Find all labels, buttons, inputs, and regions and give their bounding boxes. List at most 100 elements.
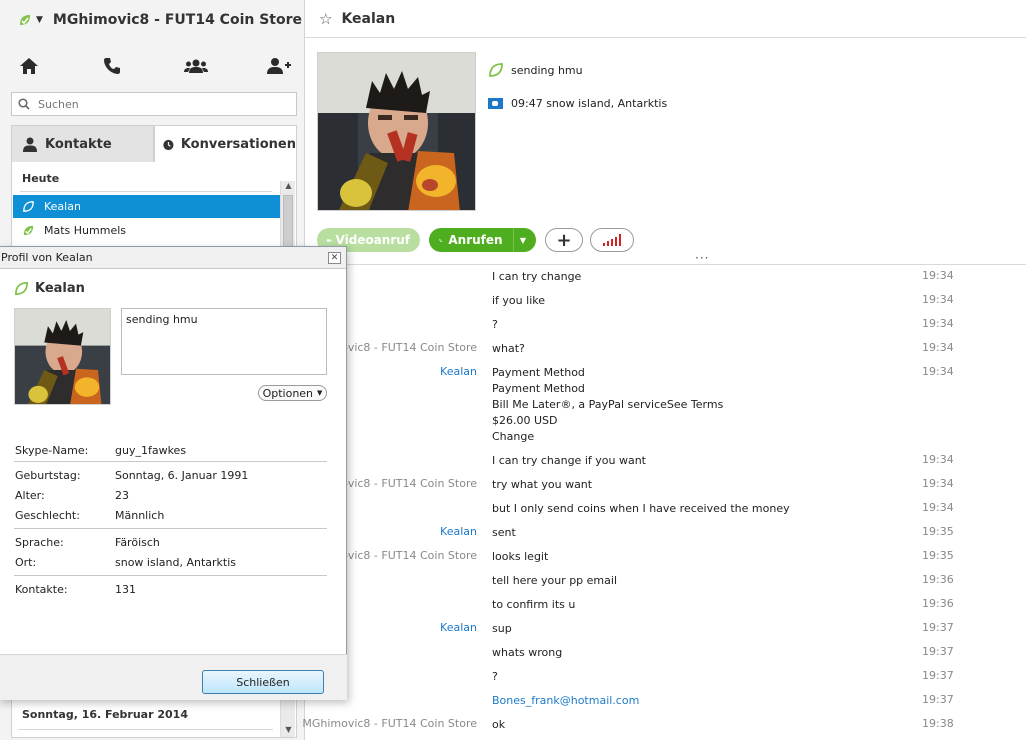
language-label: Sprache:	[15, 536, 64, 549]
scroll-up-icon[interactable]: ▲	[281, 181, 296, 193]
message-timestamp: 19:34	[922, 269, 954, 282]
search-icon	[18, 98, 30, 110]
message-text: sent	[492, 526, 516, 539]
divider	[14, 461, 327, 462]
chat-contact-name: Kealan	[341, 10, 396, 27]
message-body: I can try change	[492, 269, 892, 285]
create-group-button[interactable]	[183, 54, 209, 78]
birthday-label: Geburtstag:	[15, 469, 81, 482]
contacts-count-value: 131	[115, 583, 136, 596]
call-actions: Videoanruf Anrufen ▼ +	[317, 228, 634, 252]
message-body: sent	[492, 525, 892, 541]
chevron-down-icon[interactable]: ▼	[520, 236, 526, 245]
message-timestamp: 19:34	[922, 293, 954, 306]
tab-conversations[interactable]: Konversationen	[154, 125, 297, 163]
skype-name-value: guy_1fawkes	[115, 444, 187, 457]
message-text: I can try change	[492, 270, 582, 283]
location-label: Ort:	[15, 556, 37, 569]
online-status-icon	[489, 63, 503, 77]
search-input[interactable]	[38, 97, 278, 111]
section-header-older: Sonntag, 16. Februar 2014	[22, 708, 188, 721]
message-timestamp: 19:37	[922, 621, 954, 634]
online-status-icon	[23, 225, 34, 236]
clock-icon	[163, 139, 174, 150]
close-button[interactable]: Schließen	[202, 670, 324, 694]
dialog-titlebar[interactable]: Profil von Kealan ✕	[0, 247, 346, 269]
profile-dialog: Profil von Kealan ✕ Kealan sending hmu O…	[0, 246, 347, 700]
chevron-down-icon: ▼	[317, 389, 323, 397]
call-quality-button[interactable]	[590, 228, 634, 252]
gender-label: Geschlecht:	[15, 509, 80, 522]
add-contact-button[interactable]	[266, 54, 292, 78]
message-sender[interactable]: Kealan	[440, 365, 477, 378]
message-timestamp: 19:34	[922, 365, 954, 378]
star-favorite-icon[interactable]: ☆	[319, 10, 332, 28]
message-text: but I only send coins when I have receiv…	[492, 502, 790, 515]
conversation-item-mats-hummels[interactable]: Mats Hummels	[13, 219, 280, 242]
message-timestamp: 19:35	[922, 525, 954, 538]
chevron-down-icon: ▼	[36, 15, 43, 25]
message-sender[interactable]: MGhimovic8 - FUT14 Coin Store	[302, 717, 477, 730]
divider	[20, 191, 272, 192]
message-text: Payment Method	[492, 366, 585, 379]
dialog-title: Profil von Kealan	[1, 251, 93, 264]
message-sender[interactable]: Kealan	[440, 525, 477, 538]
call-phone-button[interactable]	[99, 54, 125, 78]
message-text: Bill Me Later®, a PayPal serviceSee Term…	[492, 398, 724, 411]
message-timestamp: 19:34	[922, 501, 954, 514]
nav-toolbar	[0, 50, 305, 82]
age-value: 23	[115, 489, 129, 502]
message-timestamp: 19:37	[922, 645, 954, 658]
contact-mood-text: sending hmu	[511, 63, 583, 77]
account-name: MGhimovic8 - FUT14 Coin Store	[52, 12, 303, 28]
tab-conversations-label: Konversationen	[180, 137, 296, 152]
location-value: snow island, Antarktis	[115, 556, 236, 569]
message-text: $26.00 USD	[492, 414, 558, 427]
message-text: looks legit	[492, 550, 549, 563]
message-sender[interactable]: Kealan	[440, 621, 477, 634]
message-text: tell here your pp email	[492, 574, 618, 587]
scroll-down-icon[interactable]: ▼	[281, 725, 296, 737]
tab-contacts-label: Kontakte	[45, 136, 112, 152]
message-text: to confirm its u	[492, 598, 576, 611]
phone-icon	[104, 58, 120, 74]
sidebar-tabs: Kontakte Konversationen	[11, 125, 297, 163]
message-body: ?	[492, 669, 892, 685]
contact-local-time-text: 09:47 snow island, Antarktis	[511, 97, 668, 110]
profile-avatar	[14, 308, 111, 405]
phone-icon	[439, 238, 443, 242]
group-icon	[184, 59, 208, 73]
conversation-item-kealan[interactable]: Kealan	[13, 195, 280, 218]
tab-contacts[interactable]: Kontakte	[11, 125, 154, 163]
profile-name-row: Kealan	[14, 281, 85, 296]
message-text: whats wrong	[492, 646, 563, 659]
language-value: Färöisch	[115, 536, 160, 549]
person-icon	[23, 137, 37, 152]
contact-avatar[interactable]	[317, 52, 476, 211]
message-text: if you like	[492, 294, 545, 307]
close-icon[interactable]: ✕	[328, 252, 341, 264]
message-body: to confirm its u	[492, 597, 892, 613]
options-dropdown[interactable]: Optionen ▼	[258, 385, 327, 401]
call-button[interactable]: Anrufen ▼	[429, 228, 536, 252]
message-timestamp: 19:34	[922, 341, 954, 354]
message-timestamp: 19:36	[922, 597, 954, 610]
more-options-icon[interactable]: ···	[695, 251, 709, 265]
message-timestamp: 19:35	[922, 549, 954, 562]
message-body: try what you want	[492, 477, 892, 493]
video-call-label: Videoanruf	[335, 233, 410, 247]
message-body: looks legit	[492, 549, 892, 565]
message-timestamp: 19:37	[922, 693, 954, 706]
account-status-menu[interactable]: ▼ MGhimovic8 - FUT14 Coin Store	[18, 10, 302, 30]
avatar-photo	[318, 53, 475, 210]
profile-name: Kealan	[35, 281, 85, 296]
message-text: ?	[492, 318, 498, 331]
message-body: but I only send coins when I have receiv…	[492, 501, 892, 517]
contact-local-time: 09:47 snow island, Antarktis	[488, 97, 667, 110]
add-participant-button[interactable]: +	[545, 228, 583, 252]
message-timestamp: 19:34	[922, 477, 954, 490]
message-body: sup	[492, 621, 892, 637]
email-link[interactable]: Bones_frank@hotmail.com	[492, 693, 892, 709]
search-box[interactable]	[11, 92, 297, 116]
home-button[interactable]	[16, 54, 42, 78]
